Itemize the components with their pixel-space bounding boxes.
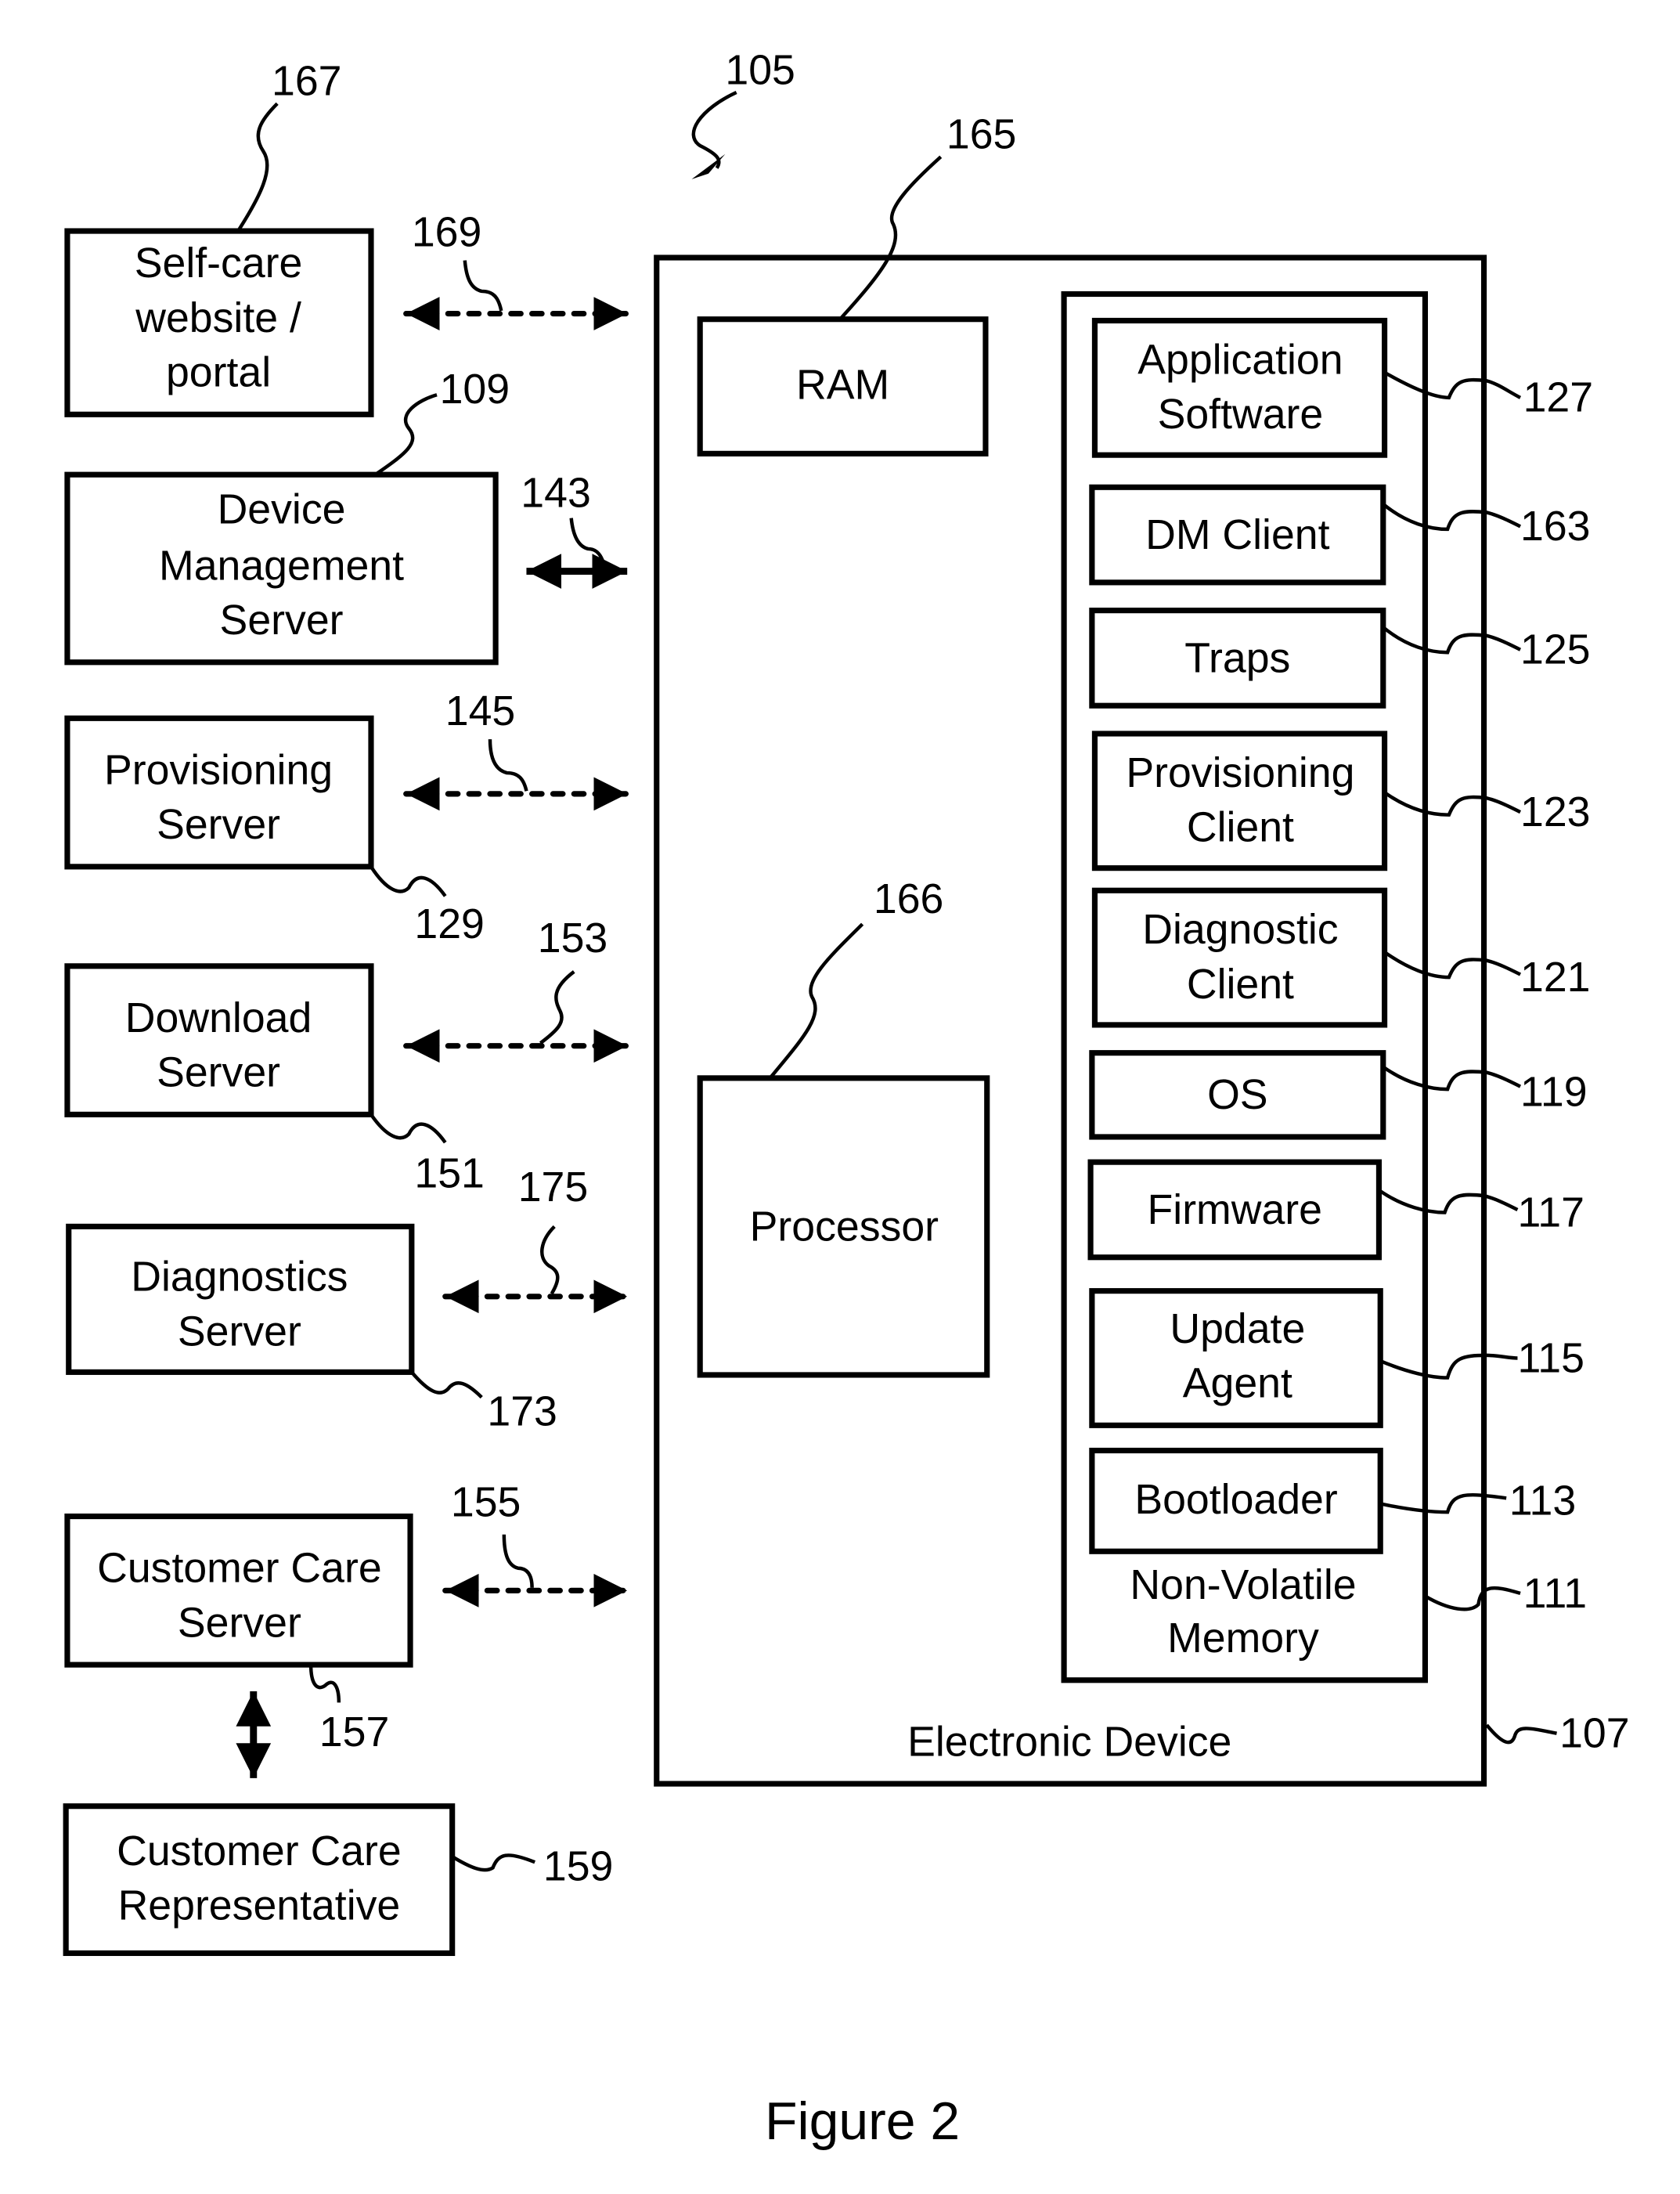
server-label: Provisioning	[104, 746, 333, 793]
customer-care-representative: Customer Care Representative 159	[63, 1803, 613, 1957]
server-label: Diagnostics	[131, 1254, 348, 1301]
link-ref: 145	[445, 687, 515, 734]
nvm-component-bootloader: Bootloader 113	[1089, 1447, 1577, 1554]
server-label: Server	[178, 1599, 301, 1646]
server-label: Self-care	[135, 240, 303, 287]
component-label: DM Client	[1145, 511, 1329, 558]
nvm-component-os: OS 119	[1089, 1050, 1588, 1140]
link-ref: 169	[412, 209, 481, 256]
system-ref-label: 105	[725, 46, 795, 93]
server-label: Management	[159, 542, 404, 589]
nvm-component-dm-client: DM Client 163	[1089, 484, 1591, 586]
nvm-ref: 111	[1523, 1570, 1588, 1617]
server-label: website /	[135, 294, 301, 341]
server-label: Server	[178, 1308, 301, 1355]
nvm-label-line1: Non-Volatile	[1130, 1561, 1356, 1608]
component-label: Software	[1158, 391, 1324, 438]
nvm-component-application-software: Application Software 127	[1091, 317, 1593, 458]
component-ref: 113	[1509, 1478, 1577, 1525]
server-label: Customer Care	[97, 1545, 382, 1592]
download-server: Download Server 151 153	[64, 915, 630, 1196]
component-ref: 115	[1517, 1334, 1584, 1381]
server-ref: 167	[272, 58, 341, 105]
component-ref: 119	[1520, 1069, 1588, 1116]
server-ref: 109	[440, 366, 510, 413]
link-ref: 175	[518, 1164, 588, 1211]
representative-ref: 159	[543, 1842, 613, 1889]
component-label: Provisioning	[1126, 749, 1354, 796]
representative-label: Customer Care	[117, 1828, 402, 1875]
processor-label: Processor	[750, 1203, 939, 1250]
nvm-label-line2: Memory	[1167, 1615, 1319, 1662]
server-label: Server	[157, 801, 280, 848]
processor-ref: 166	[874, 875, 943, 922]
component-ref: 121	[1520, 954, 1590, 1001]
system-ref-leader	[691, 90, 737, 169]
provisioning-server: Provisioning Server 129 145	[64, 687, 630, 947]
ram-ref: 165	[946, 111, 1016, 158]
electronic-device-ref: 107	[1559, 1710, 1629, 1757]
representative-label: Representative	[118, 1882, 401, 1929]
server-ref: 157	[319, 1709, 389, 1756]
component-label: Traps	[1184, 634, 1290, 681]
component-label: Client	[1187, 804, 1294, 851]
figure-caption: Figure 2	[765, 2091, 960, 2151]
component-label: Update	[1170, 1305, 1305, 1352]
server-label: Server	[220, 597, 344, 644]
component-label: Agent	[1183, 1360, 1292, 1407]
component-label: OS	[1207, 1071, 1267, 1118]
server-label: Device	[218, 486, 346, 533]
nvm-component-firmware: Firmware 117	[1087, 1159, 1584, 1261]
link-ref: 155	[451, 1479, 521, 1526]
component-ref: 117	[1517, 1189, 1584, 1236]
component-ref: 125	[1520, 626, 1590, 673]
link-ref: 153	[538, 915, 607, 962]
ram-label: RAM	[796, 362, 889, 409]
component-label: Bootloader	[1134, 1476, 1337, 1523]
nvm-component-diagnostic-client: Diagnostic Client 121	[1091, 887, 1591, 1028]
component-ref: 163	[1520, 503, 1590, 550]
component-label: Client	[1187, 961, 1294, 1008]
server-label: Server	[157, 1049, 280, 1096]
system-ref-arrowhead	[691, 153, 726, 179]
server-ref: 173	[487, 1387, 557, 1434]
component-label: Diagnostic	[1142, 906, 1338, 953]
server-label: Download	[125, 994, 312, 1041]
self-care-portal: Self-care website / portal 167 169	[64, 58, 630, 417]
nvm-component-provisioning-client: Provisioning Client 123	[1091, 731, 1591, 871]
server-label: portal	[166, 349, 271, 396]
component-label: Application	[1137, 336, 1343, 383]
system-diagram: 105 Electronic Device 107 RAM 165 Proces…	[63, 46, 1630, 2151]
server-ref: 151	[414, 1149, 484, 1196]
server-ref: 129	[414, 900, 484, 947]
customer-care-server: Customer Care Server 157 155	[64, 1479, 630, 1756]
component-ref: 127	[1523, 374, 1593, 421]
nvm-component-traps: Traps 125	[1089, 608, 1591, 709]
diagnostics-server: Diagnostics Server 173 175	[66, 1164, 630, 1434]
electronic-device-label: Electronic Device	[907, 1718, 1231, 1765]
link-ref: 143	[521, 469, 590, 516]
component-label: Firmware	[1148, 1186, 1322, 1233]
nvm-component-update-agent: Update Agent 115	[1089, 1288, 1584, 1428]
component-ref: 123	[1520, 788, 1590, 835]
